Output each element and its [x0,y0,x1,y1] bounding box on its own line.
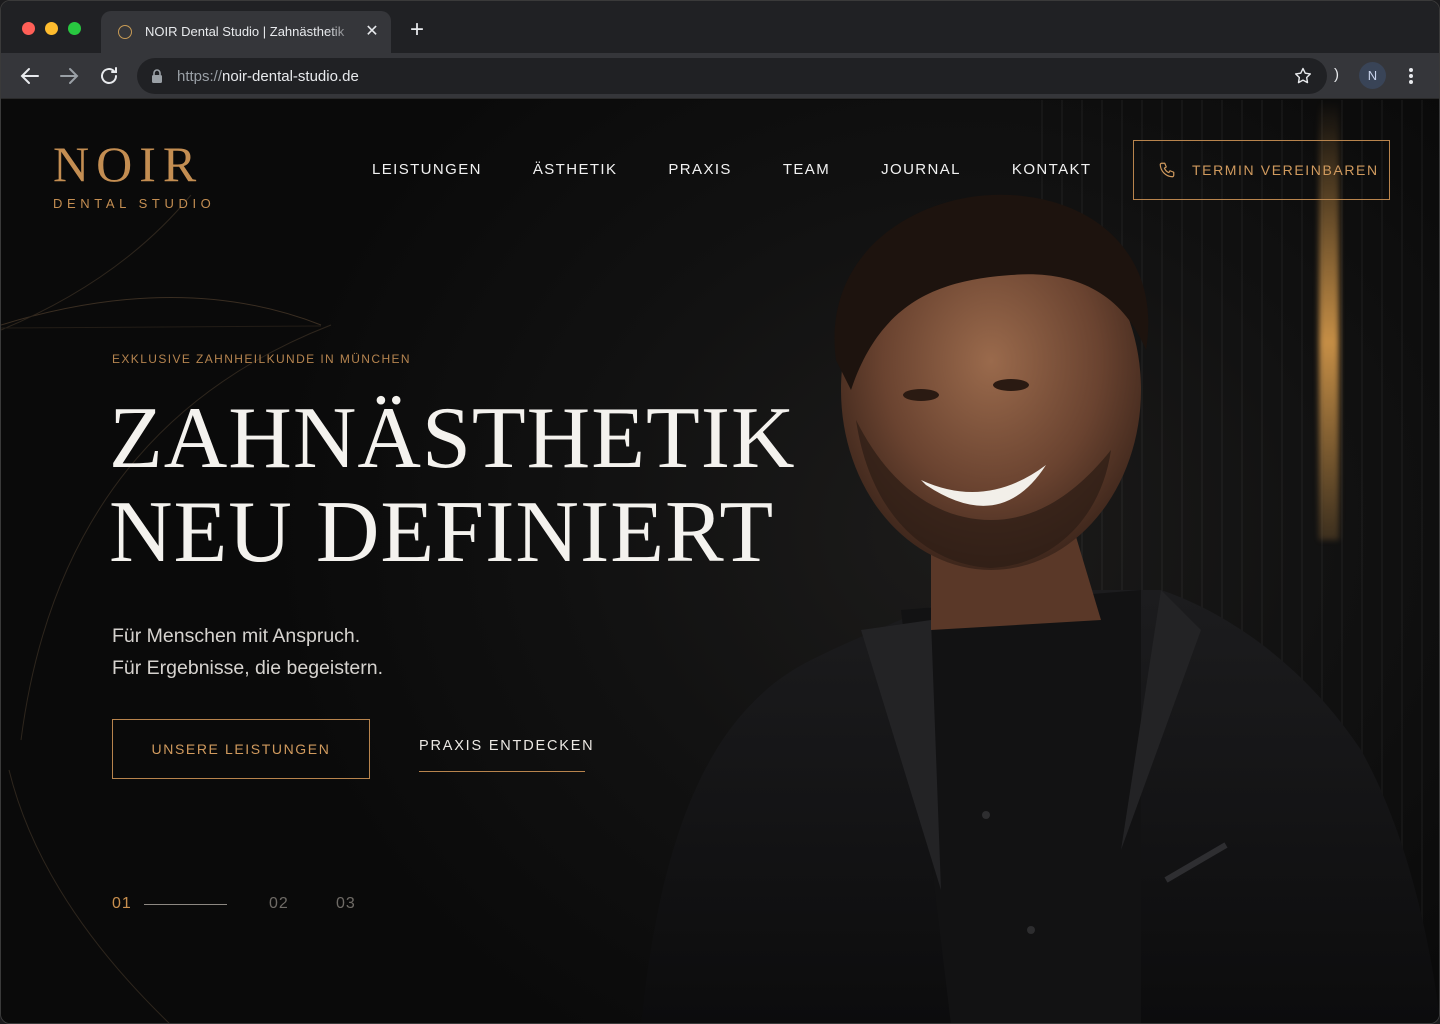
nav-aesthetik[interactable]: ÄSTHETIK [533,161,618,178]
book-appointment-button[interactable]: TERMIN VEREINBAREN [1133,140,1390,200]
hero-headline: ZAHNÄSTHETIK NEU DEFINIERT [109,392,796,580]
nav-team[interactable]: TEAM [783,161,830,178]
forward-arrow-icon [60,68,79,84]
logo-wordmark: NOIR [53,136,204,192]
website-page: NOIR DENTAL STUDIO LEISTUNGEN ÄSTHETIK P… [1,100,1439,1023]
headline-line-1: ZAHNÄSTHETIK [109,390,796,487]
browser-window: NOIR Dental Studio | Zahnästhetik ✕ + ht… [0,0,1440,1024]
nav-praxis[interactable]: PRAXIS [668,161,731,178]
favicon-icon [118,25,132,39]
browser-menu-button[interactable] [1401,64,1421,88]
back-arrow-icon [20,68,39,84]
slide-progress-line [144,904,227,905]
url-host: noir-dental-studio.de [222,68,359,85]
tab-bar: NOIR Dental Studio | Zahnästhetik ✕ + [1,1,1439,53]
services-button[interactable]: UNSERE LEISTUNGEN [112,719,370,779]
subcopy-line-2: Für Ergebnisse, die begeistern. [112,657,383,679]
browser-tab[interactable]: NOIR Dental Studio | Zahnästhetik ✕ [101,11,391,53]
tab-close-icon[interactable]: ✕ [363,23,381,41]
slide-2-button[interactable]: 02 [269,895,289,913]
main-navigation: LEISTUNGEN ÄSTHETIK PRAXIS TEAM JOURNAL … [372,161,1142,178]
slide-3-button[interactable]: 03 [336,895,356,913]
hero-eyebrow: EXKLUSIVE ZAHNHEILKUNDE IN MÜNCHEN [112,352,411,366]
maximize-window-button[interactable] [68,22,81,35]
book-appointment-label: TERMIN VEREINBAREN [1192,162,1379,178]
discover-practice-link[interactable]: PRAXIS ENTDECKEN [419,738,594,754]
back-button[interactable] [18,64,42,88]
new-tab-button[interactable]: + [405,18,429,42]
url-text: https://noir-dental-studio.de [177,68,359,85]
headline-line-2: NEU DEFINIERT [109,484,775,581]
slide-1-button[interactable]: 01 [112,895,132,913]
url-scheme: https:// [177,68,223,85]
nav-journal[interactable]: JOURNAL [881,161,961,178]
tab-title: NOIR Dental Studio | Zahnästhetik [145,24,345,39]
reload-icon [101,67,117,84]
address-bar[interactable]: https://noir-dental-studio.de [137,58,1327,94]
extension-icon[interactable]: ) [1334,66,1339,83]
profile-avatar[interactable]: N [1359,62,1386,89]
forward-button[interactable] [57,64,81,88]
minimize-window-button[interactable] [45,22,58,35]
hero-portrait-image [641,194,1439,1023]
close-window-button[interactable] [22,22,35,35]
nav-leistungen[interactable]: LEISTUNGEN [372,161,482,178]
reload-button[interactable] [97,64,121,88]
link-underline [419,771,585,772]
logo-subtitle: DENTAL STUDIO [53,196,216,211]
hero-subcopy: Für Menschen mit Anspruch. Für Ergebniss… [112,620,383,684]
subcopy-line-1: Für Menschen mit Anspruch. [112,625,361,647]
kebab-menu-icon [1409,68,1413,84]
nav-kontakt[interactable]: KONTAKT [1012,161,1092,178]
phone-icon [1159,162,1175,178]
lock-icon [152,69,162,83]
browser-toolbar: https://noir-dental-studio.de ) N [1,53,1439,99]
star-icon[interactable] [1293,66,1313,86]
site-logo[interactable]: NOIR DENTAL STUDIO [53,138,215,211]
